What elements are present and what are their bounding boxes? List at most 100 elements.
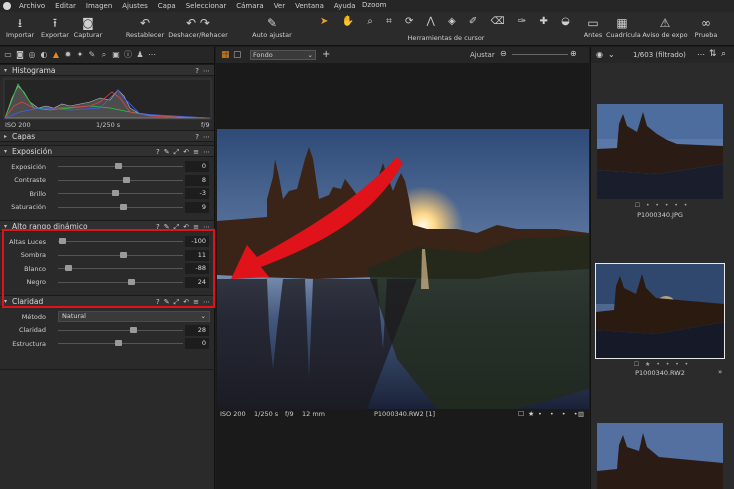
help-icon[interactable]: ? (195, 67, 199, 75)
brush-tool-icon[interactable]: ✐ (469, 16, 477, 30)
batch-tab-icon[interactable]: ▣ (111, 50, 121, 60)
eye-icon[interactable]: ◉ (596, 50, 603, 59)
edit-icon[interactable]: ✎ (164, 148, 170, 156)
expand-icon[interactable]: » (718, 368, 722, 376)
layers-header[interactable]: ▸ Capas ? ⋯ (0, 130, 214, 142)
import-button[interactable]: ⭳ Importar (6, 15, 34, 39)
menu-ajustes[interactable]: Ajustes (117, 2, 153, 10)
proof-button[interactable]: ∞ Prueba (692, 15, 720, 39)
fit-label[interactable]: Ajustar (470, 51, 495, 59)
undo-redo-button[interactable]: ↶ ↷ Deshacer/Rehacer (168, 15, 228, 39)
saturation-slider-knob[interactable] (120, 203, 127, 210)
zoom-out-icon[interactable]: ⊖ (500, 49, 507, 58)
lens-tab-icon[interactable]: ◎ (27, 50, 37, 60)
export-button[interactable]: ⭱ Exportar (39, 15, 71, 39)
add-icon[interactable]: + (322, 49, 330, 60)
exposure-warning-button[interactable]: ⚠ Aviso de expo (642, 15, 688, 39)
capture-tab-icon[interactable]: ◙ (15, 50, 25, 60)
menu-seleccionar[interactable]: Seleccionar (181, 2, 232, 10)
saturation-value-field[interactable]: 9 (185, 201, 209, 213)
search-icon[interactable]: ⌕ (721, 49, 726, 59)
chevron-down-icon: ▾ (4, 66, 8, 74)
thumbnail-jpg[interactable] (597, 104, 723, 199)
keystone-tool-icon[interactable]: ⋀ (427, 16, 435, 30)
style-tab-icon[interactable]: ♟ (135, 50, 145, 60)
presets-icon[interactable]: ≡ (193, 148, 199, 156)
info-tab-icon[interactable]: ⓘ (123, 50, 133, 60)
exposure-value-field[interactable]: 0 (185, 161, 209, 172)
hand-tool-icon[interactable]: ✋ (342, 16, 354, 30)
exposure-slider-knob[interactable] (115, 163, 122, 169)
metadata-tab-icon[interactable]: ✎ (87, 50, 97, 60)
exposure-tab-icon[interactable]: ▲ (51, 50, 61, 60)
menu-archivo[interactable]: Archivo (14, 2, 50, 10)
star-icon[interactable]: ★ (528, 410, 534, 418)
rotate-tool-icon[interactable]: ⟳ (405, 16, 413, 30)
more-tab-icon[interactable]: ⋯ (147, 50, 157, 60)
mask-tool-icon[interactable]: ◈ (448, 16, 456, 30)
chevron-down-icon[interactable]: ⌄ (608, 50, 615, 59)
help-icon[interactable]: ? (195, 133, 199, 141)
menu-editar[interactable]: Editar (50, 2, 81, 10)
auto-adjust-button[interactable]: ✎ Auto ajustar (250, 15, 294, 39)
more-icon[interactable]: ⋯ (203, 67, 210, 75)
zoom-tool-icon[interactable]: ⌕ (367, 16, 373, 30)
filter-icon[interactable]: ⋯ (697, 50, 705, 59)
reset-icon[interactable]: ↶ (183, 148, 189, 156)
thumb-rw2-rating[interactable]: ☐ ★ • • • • (597, 361, 727, 368)
library-tab-icon[interactable]: ▭ (3, 50, 13, 60)
menu-ver[interactable]: Ver (269, 2, 290, 10)
menu-capa[interactable]: Capa (153, 2, 181, 10)
more-icon[interactable]: ⋯ (203, 133, 210, 141)
adjust-tab-icon[interactable]: ✦ (75, 50, 85, 60)
color-tab-icon[interactable]: ◐ (39, 50, 49, 60)
thumb-jpg-rating[interactable]: ☐ • • • • • (597, 202, 727, 209)
before-button[interactable]: ▭ Antes (581, 15, 605, 39)
wb-tool-icon[interactable]: ◒ (561, 16, 570, 30)
contrast-slider-knob[interactable] (123, 176, 130, 183)
menu-ayuda[interactable]: Ayuda (329, 2, 361, 10)
eraser-tool-icon[interactable]: ⌫ (491, 16, 505, 30)
zoom-slider[interactable] (512, 54, 568, 55)
thumbnail-rw2-selected-frame[interactable] (595, 263, 725, 359)
histogram-area: ISO 200 1/250 s f/9 (0, 76, 214, 130)
crop-tool-icon[interactable]: ⌗ (386, 16, 392, 30)
background-select[interactable]: Fondo ⌄ (250, 50, 316, 60)
heal-tool-icon[interactable]: ✚ (540, 16, 548, 30)
grid-view-icon[interactable]: ▦ (221, 50, 230, 60)
capture-button[interactable]: ◙ Capturar (73, 15, 103, 39)
method-select[interactable]: Natural ⌄ (58, 311, 210, 322)
menu-ventana[interactable]: Ventana (290, 2, 329, 10)
exposure-header[interactable]: ▾ Exposición ? ✎ ⤢ ↶ ≡ ⋯ (0, 145, 214, 157)
clarity-value-field[interactable]: 28 (185, 324, 209, 336)
more-icon[interactable]: ⋯ (203, 148, 210, 156)
contrast-slider-track[interactable] (58, 179, 183, 181)
copy-icon[interactable]: ⤢ (174, 148, 180, 157)
menu-camara[interactable]: Cámara (231, 2, 268, 10)
sort-icon[interactable]: ⇅ (709, 49, 717, 59)
histogram-header[interactable]: ▾ Histograma ? ⋯ (0, 64, 214, 76)
reset-button[interactable]: ↶ Restablecer (125, 15, 165, 39)
pointer-tool-icon[interactable]: ➤ (320, 16, 328, 30)
help-icon[interactable]: ? (156, 148, 160, 156)
detail-tab-icon[interactable]: ✹ (63, 50, 73, 60)
single-view-icon[interactable]: ▢ (233, 50, 242, 60)
picker-tool-icon[interactable]: ✑ (518, 16, 526, 30)
color-tag-icon[interactable]: ▥ (578, 410, 584, 418)
structure-slider-knob[interactable] (115, 340, 122, 346)
search-tab-icon[interactable]: ⌕ (99, 50, 109, 60)
structure-value-field[interactable]: 0 (185, 338, 209, 349)
rating-dots[interactable]: • • • • (538, 410, 581, 418)
contrast-value-field[interactable]: 8 (185, 174, 209, 186)
thumbnail-next[interactable] (597, 423, 723, 489)
main-photo (217, 129, 589, 409)
brightness-slider-knob[interactable] (112, 190, 119, 196)
clarity-slider-knob[interactable] (130, 326, 137, 333)
menu-imagen[interactable]: Imagen (81, 2, 117, 10)
zoom-in-icon[interactable]: ⊕ (570, 49, 577, 58)
clarity-slider-track[interactable] (58, 329, 183, 331)
brightness-slider-track[interactable] (58, 193, 183, 194)
checkbox-icon[interactable]: ☐ (518, 410, 524, 418)
brightness-value-field[interactable]: -3 (185, 188, 209, 199)
grid-button[interactable]: ▦ Cuadrícula (606, 15, 641, 39)
